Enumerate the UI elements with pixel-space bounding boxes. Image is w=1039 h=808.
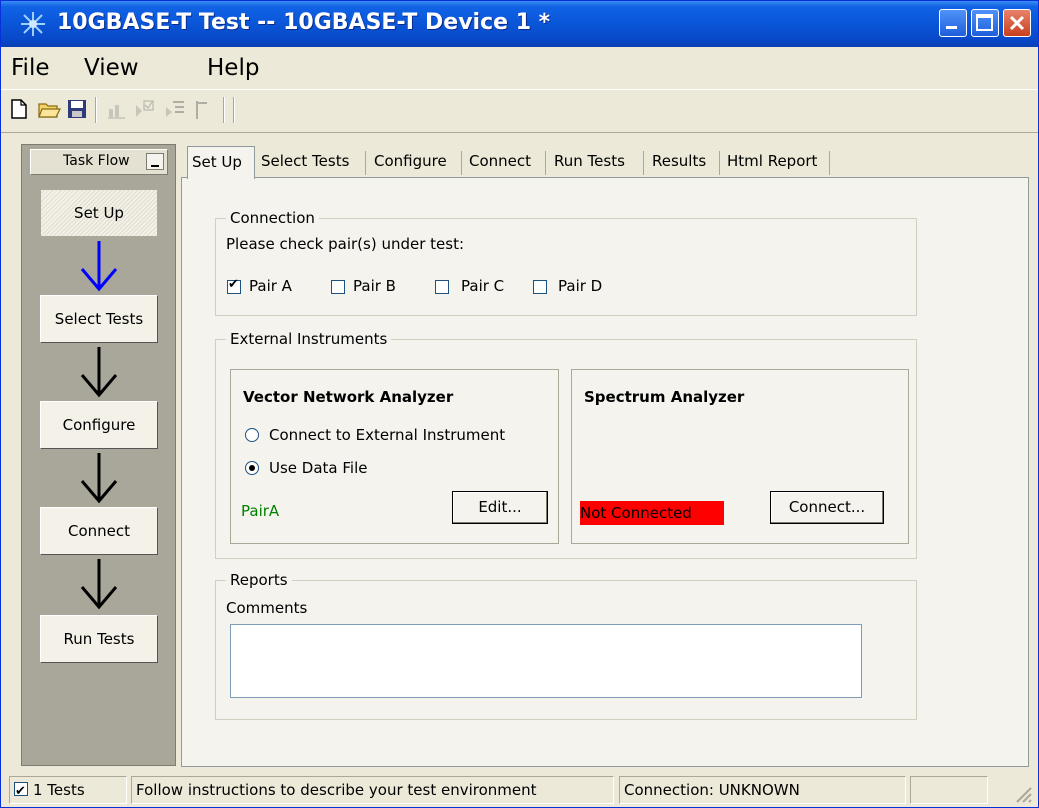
checkbox-run-icon[interactable] bbox=[133, 97, 157, 121]
menu-file[interactable]: File bbox=[11, 55, 50, 81]
status-bar: 1 Tests Follow instructions to describe … bbox=[1, 772, 1038, 807]
pair-c-checkbox[interactable] bbox=[435, 280, 449, 294]
spectrum-analyzer-box: Spectrum Analyzer Not Connected Connect.… bbox=[571, 369, 909, 544]
tab-html-report[interactable]: Html Report bbox=[727, 146, 817, 178]
spectrum-connect-button[interactable]: Connect... bbox=[770, 491, 884, 524]
tab-separator bbox=[365, 151, 366, 175]
connection-status: Connection: UNKNOWN bbox=[619, 776, 906, 804]
task-flow-panel: Task Flow Set Up Select Tests Configure … bbox=[21, 144, 176, 766]
pair-c-label[interactable]: Pair C bbox=[461, 277, 504, 295]
tab-separator bbox=[545, 151, 546, 175]
comments-textarea[interactable] bbox=[230, 624, 862, 698]
tab-separator bbox=[461, 151, 462, 175]
maximize-icon bbox=[976, 14, 993, 31]
comments-label: Comments bbox=[226, 599, 308, 617]
window-title: 10GBASE-T Test -- 10GBASE-T Device 1 * bbox=[57, 10, 551, 35]
use-data-file-label[interactable]: Use Data File bbox=[269, 459, 367, 477]
tab-separator bbox=[829, 151, 830, 175]
tab-connect[interactable]: Connect bbox=[469, 146, 531, 178]
spectrum-status-badge: Not Connected bbox=[580, 501, 724, 525]
vna-box: Vector Network Analyzer Connect to Exter… bbox=[230, 369, 559, 544]
connection-group: Connection Please check pair(s) under te… bbox=[215, 209, 917, 316]
pair-b-label[interactable]: Pair B bbox=[353, 277, 396, 295]
tab-configure[interactable]: Configure bbox=[374, 146, 447, 178]
status-extra-cell bbox=[910, 776, 988, 804]
pair-b-checkbox[interactable] bbox=[331, 280, 345, 294]
close-icon bbox=[1009, 15, 1025, 31]
connect-external-radio[interactable] bbox=[245, 428, 259, 442]
flow-step-connect[interactable]: Connect bbox=[40, 507, 158, 555]
flow-step-select-tests[interactable]: Select Tests bbox=[40, 295, 158, 343]
minimize-button[interactable] bbox=[939, 9, 967, 37]
flow-arrow-active-icon bbox=[80, 241, 118, 292]
tab-run-tests[interactable]: Run Tests bbox=[554, 146, 625, 178]
close-button[interactable] bbox=[1003, 9, 1031, 37]
flow-step-set-up[interactable]: Set Up bbox=[40, 189, 158, 237]
resize-grip-icon[interactable] bbox=[1013, 784, 1033, 804]
tab-separator bbox=[719, 151, 720, 175]
tests-checkbox[interactable] bbox=[14, 779, 28, 803]
vna-title: Vector Network Analyzer bbox=[243, 388, 454, 406]
connect-external-label[interactable]: Connect to External Instrument bbox=[269, 426, 505, 444]
flow-arrow-icon bbox=[80, 347, 118, 398]
status-message: Follow instructions to describe your tes… bbox=[131, 776, 614, 804]
task-flow-header: Task Flow bbox=[30, 149, 168, 175]
external-instruments-legend: External Instruments bbox=[226, 330, 392, 348]
title-bar[interactable]: 10GBASE-T Test -- 10GBASE-T Device 1 * bbox=[1, 1, 1038, 47]
step-icon[interactable] bbox=[191, 97, 215, 121]
external-instruments-group: External Instruments Vector Network Anal… bbox=[215, 330, 917, 559]
toolbar-separator bbox=[233, 97, 235, 123]
tab-separator bbox=[643, 151, 644, 175]
set-up-panel: Connection Please check pair(s) under te… bbox=[181, 177, 1029, 767]
pair-prompt: Please check pair(s) under test: bbox=[226, 235, 465, 253]
reports-legend: Reports bbox=[226, 571, 292, 589]
data-file-label: PairA bbox=[241, 502, 280, 520]
tab-select-tests[interactable]: Select Tests bbox=[261, 146, 349, 178]
edit-button[interactable]: Edit... bbox=[452, 491, 548, 524]
menu-bar: File View Help bbox=[1, 48, 1038, 88]
maximize-button[interactable] bbox=[971, 9, 999, 37]
save-icon[interactable] bbox=[65, 97, 89, 121]
flow-step-run-tests[interactable]: Run Tests bbox=[40, 615, 158, 663]
open-folder-icon[interactable] bbox=[37, 97, 61, 121]
agilent-logo-icon bbox=[21, 12, 45, 36]
toolbar bbox=[1, 89, 1038, 133]
connection-legend: Connection bbox=[226, 209, 319, 227]
spectrum-analyzer-title: Spectrum Analyzer bbox=[584, 388, 745, 406]
pair-a-label[interactable]: Pair A bbox=[249, 277, 292, 295]
pair-d-checkbox[interactable] bbox=[533, 280, 547, 294]
app-window: 10GBASE-T Test -- 10GBASE-T Device 1 * F… bbox=[0, 0, 1039, 808]
toolbar-separator bbox=[95, 97, 97, 123]
tests-count-label: 1 Tests bbox=[33, 781, 85, 799]
tab-set-up[interactable]: Set Up bbox=[187, 146, 255, 179]
menu-view[interactable]: View bbox=[84, 55, 139, 81]
tests-count-cell: 1 Tests bbox=[9, 776, 127, 804]
task-flow-minimize-button[interactable] bbox=[146, 153, 164, 170]
flow-arrow-icon bbox=[80, 453, 118, 504]
flow-step-configure[interactable]: Configure bbox=[40, 401, 158, 449]
use-data-file-radio[interactable] bbox=[245, 461, 259, 475]
chart-icon[interactable] bbox=[105, 97, 129, 121]
reports-group: Reports Comments bbox=[215, 571, 917, 720]
menu-help[interactable]: Help bbox=[207, 55, 259, 81]
task-flow-title: Task Flow bbox=[63, 153, 130, 169]
pair-d-label[interactable]: Pair D bbox=[558, 277, 602, 295]
flow-arrow-icon bbox=[80, 559, 118, 610]
tab-results[interactable]: Results bbox=[652, 146, 706, 178]
toolbar-separator bbox=[223, 97, 225, 123]
list-run-icon[interactable] bbox=[163, 97, 187, 121]
pair-a-checkbox[interactable] bbox=[227, 277, 241, 294]
minimize-icon bbox=[946, 26, 957, 29]
new-file-icon[interactable] bbox=[7, 97, 31, 121]
